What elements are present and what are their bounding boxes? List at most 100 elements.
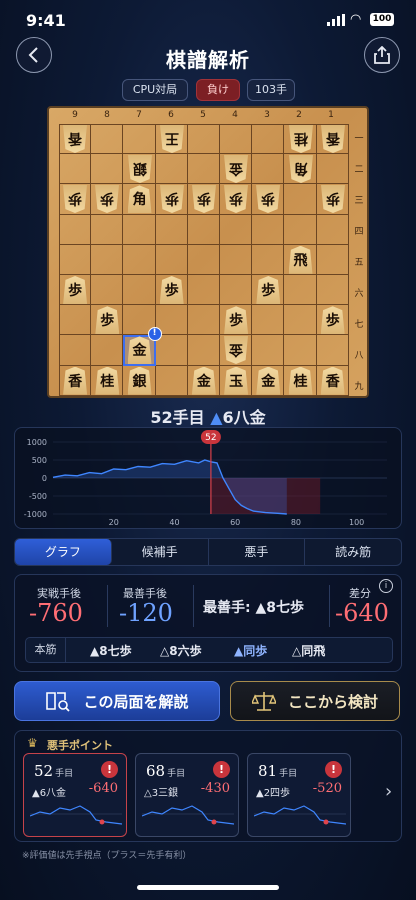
board-square[interactable] [316, 154, 349, 185]
shogi-piece[interactable]: 歩 [256, 276, 281, 304]
chevron-right-icon[interactable]: › [385, 781, 392, 802]
board-square[interactable] [91, 275, 124, 306]
tab-lines[interactable]: 読み筋 [305, 539, 401, 565]
shogi-piece[interactable]: 歩 [320, 306, 345, 335]
board-square[interactable] [284, 184, 317, 215]
shogi-piece[interactable]: 玉 [224, 366, 249, 395]
shogi-piece[interactable]: 金 [127, 336, 152, 365]
shogi-piece[interactable]: 金 [256, 366, 281, 395]
shogi-piece[interactable]: 銀 [128, 155, 152, 183]
board-square[interactable] [284, 275, 317, 306]
board-square[interactable] [59, 214, 92, 245]
shogi-piece[interactable]: 香 [63, 366, 88, 395]
shogi-piece[interactable]: 香 [320, 366, 345, 395]
board-square[interactable] [59, 305, 92, 336]
shogi-piece[interactable]: 銀 [127, 366, 152, 395]
study-from-here-button[interactable]: ここから検討 [230, 681, 400, 721]
board-square[interactable] [123, 275, 156, 306]
shogi-piece[interactable]: 歩 [95, 185, 119, 213]
board-grid[interactable]: 香王桂香銀金角歩歩角歩歩歩歩歩飛歩歩歩歩歩歩金金香桂銀金玉金桂香! [59, 124, 349, 396]
board-square[interactable] [187, 305, 220, 336]
explain-position-button[interactable]: この局面を解説 [14, 681, 220, 721]
board-square[interactable] [59, 244, 92, 275]
tab-mistakes[interactable]: 悪手 [209, 539, 306, 565]
shogi-piece[interactable]: 歩 [63, 276, 88, 304]
board-square[interactable] [252, 124, 285, 155]
board-square[interactable] [316, 335, 349, 366]
board-square[interactable] [123, 214, 156, 245]
board-square[interactable] [91, 214, 124, 245]
shogi-piece[interactable]: 香 [321, 125, 345, 153]
tab-graph[interactable]: グラフ [15, 539, 112, 565]
board-square[interactable] [220, 275, 253, 306]
tab-candidates[interactable]: 候補手 [112, 539, 209, 565]
shogi-piece[interactable]: 金 [191, 366, 216, 395]
board-square[interactable] [316, 244, 349, 275]
shogi-piece[interactable]: 香 [63, 125, 87, 153]
board-square[interactable] [252, 244, 285, 275]
shogi-piece[interactable]: 飛 [288, 245, 313, 274]
board-square[interactable] [284, 214, 317, 245]
board-square[interactable] [123, 244, 156, 275]
main-line-move-3[interactable]: ▲同歩 [234, 642, 267, 659]
shogi-piece[interactable]: 歩 [159, 276, 184, 304]
board-square[interactable] [187, 214, 220, 245]
board-square[interactable] [91, 244, 124, 275]
board-square[interactable] [316, 214, 349, 245]
board-square[interactable] [155, 214, 188, 245]
share-button[interactable] [364, 37, 400, 73]
shogi-piece[interactable]: 桂 [95, 366, 120, 395]
shogi-piece[interactable]: 王 [160, 125, 184, 153]
board-square[interactable] [91, 335, 124, 366]
board-square[interactable] [220, 124, 253, 155]
board-square[interactable] [155, 154, 188, 185]
shogi-piece[interactable]: 歩 [160, 185, 184, 213]
shogi-piece[interactable]: 歩 [63, 185, 87, 213]
board-square[interactable] [284, 335, 317, 366]
board-square[interactable] [155, 335, 188, 366]
board-square[interactable] [316, 275, 349, 306]
board-square[interactable] [91, 124, 124, 155]
board-square[interactable] [252, 214, 285, 245]
board-square[interactable] [252, 335, 285, 366]
board-square[interactable] [155, 365, 188, 396]
board-square[interactable] [252, 305, 285, 336]
board-square[interactable] [187, 244, 220, 275]
board-square[interactable] [187, 335, 220, 366]
board-square[interactable] [91, 154, 124, 185]
piece-label: 歩 [100, 190, 115, 207]
board-square[interactable] [252, 154, 285, 185]
shogi-piece[interactable]: 歩 [192, 185, 216, 213]
shogi-piece[interactable]: 金 [224, 155, 248, 183]
shogi-piece[interactable]: 桂 [288, 366, 313, 395]
board-square[interactable] [220, 244, 253, 275]
board-square[interactable] [187, 275, 220, 306]
board-square[interactable] [187, 124, 220, 155]
shogi-piece[interactable]: 歩 [95, 306, 120, 335]
shogi-piece[interactable]: 角 [289, 155, 313, 183]
shogi-piece[interactable]: 角 [127, 185, 152, 214]
mistake-card[interactable]: 81 手目! ▲2四歩 -520 [247, 753, 351, 837]
mistake-card[interactable]: 68 手目! △3三銀 -430 [135, 753, 239, 837]
shogi-piece[interactable]: 歩 [321, 185, 345, 213]
shogi-board[interactable]: 987654321 一二三四五六七八九 香王桂香銀金角歩歩角歩歩歩歩歩飛歩歩歩歩… [47, 106, 369, 398]
shogi-piece[interactable]: 歩 [224, 306, 249, 335]
board-square[interactable] [59, 154, 92, 185]
board-square[interactable] [187, 154, 220, 185]
board-square[interactable] [220, 214, 253, 245]
mistake-card[interactable]: 52 手目! ▲6八金 -640 [23, 753, 127, 837]
shogi-piece[interactable]: 桂 [289, 125, 313, 153]
shogi-piece[interactable]: 金 [224, 336, 248, 364]
board-square[interactable] [155, 244, 188, 275]
main-line-move-2[interactable]: △8六歩 [160, 642, 202, 659]
main-line-move-4[interactable]: △同飛 [292, 642, 325, 659]
evaluation-chart[interactable]: 1000 500 0 -500 -1000 20 40 60 80 100 52 [15, 428, 403, 530]
info-icon[interactable]: i [379, 579, 393, 593]
board-square[interactable] [284, 305, 317, 336]
main-line-move-1[interactable]: ▲8七歩 [90, 642, 132, 659]
board-square[interactable] [59, 335, 92, 366]
shogi-piece[interactable]: 歩 [224, 185, 248, 213]
shogi-piece[interactable]: 歩 [256, 185, 280, 213]
evaluation-graph[interactable]: 1000 500 0 -500 -1000 20 40 60 80 100 52 [14, 427, 402, 529]
board-square[interactable] [123, 124, 156, 155]
